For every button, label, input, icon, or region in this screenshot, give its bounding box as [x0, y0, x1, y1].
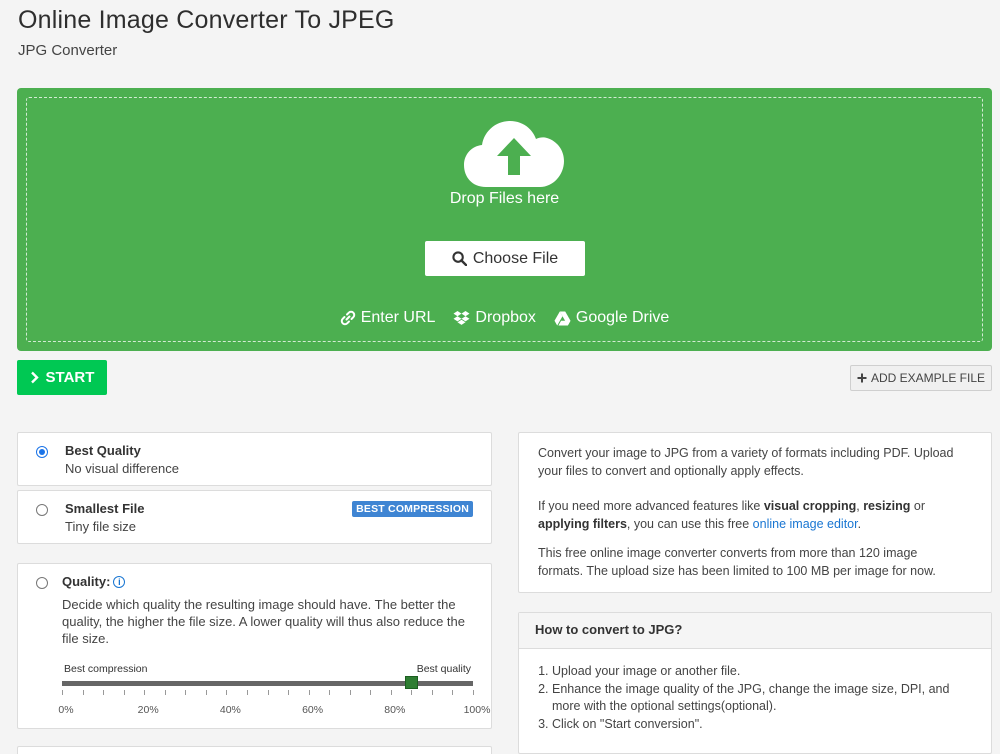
slider-tick [452, 690, 454, 695]
link-icon [340, 310, 355, 326]
slider-tick [103, 690, 105, 695]
slider-tick [473, 690, 474, 695]
slider-tick-label: 100% [463, 704, 491, 716]
slider-tick-label: 80% [384, 704, 406, 716]
best-quality-option[interactable]: Best Quality No visual difference [17, 432, 492, 486]
howto-step: Upload your image or another file. [552, 663, 962, 681]
slider-tick [185, 690, 187, 695]
dropbox-icon [453, 311, 470, 325]
slider-tick [164, 690, 166, 695]
start-label: START [45, 369, 95, 386]
slider-tick [288, 690, 290, 695]
info-paragraph-3: This free online image converter convert… [538, 546, 936, 578]
info-paragraph-1: Convert your image to JPG from a variety… [538, 446, 954, 478]
file-dropzone[interactable]: Drop Files here Choose File Enter URL Dr… [17, 88, 992, 351]
slider-tick [370, 690, 372, 695]
add-example-file-button[interactable]: ADD EXAMPLE FILE [850, 365, 992, 391]
plus-icon [857, 373, 867, 383]
best-quality-title: Best Quality [65, 443, 141, 458]
slider-tick [267, 690, 269, 695]
start-button[interactable]: START [17, 360, 107, 395]
page-title: Online Image Converter To JPEG [18, 6, 395, 34]
dropbox-label: Dropbox [475, 309, 536, 326]
google-drive-icon [554, 311, 571, 325]
slider-tick [82, 690, 84, 695]
search-icon [452, 251, 467, 266]
slider-tick-label: 0% [58, 704, 74, 716]
howto-steps: Upload your image or another file. Enhan… [552, 663, 962, 733]
best-quality-desc: No visual difference [65, 461, 179, 476]
info-paragraph-2: If you need more advanced features like … [538, 498, 958, 533]
info-bold-resizing: resizing [863, 499, 911, 513]
slider-tick [246, 690, 248, 695]
best-compression-badge: BEST COMPRESSION [352, 501, 473, 517]
howto-step: Enhance the image quality of the JPG, ch… [552, 681, 962, 716]
howto-title: How to convert to JPG? [519, 613, 991, 649]
slider-tick [144, 690, 146, 695]
howto-step: Click on "Start conversion". [552, 716, 962, 734]
smallest-file-radio[interactable] [36, 504, 48, 516]
info-text: . [857, 516, 862, 531]
quality-title: Quality: i [62, 574, 126, 589]
slider-tick [123, 690, 125, 695]
smallest-file-title: Smallest File [65, 501, 145, 516]
drop-files-text: Drop Files here [449, 190, 560, 207]
slider-tick-label: 40% [219, 704, 241, 716]
dropzone-border: Drop Files here Choose File Enter URL Dr… [26, 97, 983, 342]
dropbox-link[interactable]: Dropbox [453, 309, 536, 327]
slider-tick [431, 690, 433, 695]
cloud-upload-icon [464, 121, 564, 187]
smallest-file-option[interactable]: Smallest File Tiny file size BEST COMPRE… [17, 490, 492, 544]
slider-tick [62, 690, 63, 695]
quality-description: Decide which quality the resulting image… [62, 597, 465, 646]
more-options-card [17, 746, 492, 754]
enter-url-link[interactable]: Enter URL [340, 309, 436, 327]
upload-sources: Enter URL Dropbox Google Drive [27, 309, 982, 327]
slider-max-label: Best quality [416, 663, 471, 675]
best-quality-radio[interactable] [36, 446, 48, 458]
quality-radio[interactable] [36, 577, 48, 589]
slider-tick-label: 60% [302, 704, 324, 716]
chevron-right-icon [30, 371, 39, 384]
info-bold-filters: applying filters [538, 516, 627, 531]
quality-slider-thumb[interactable] [405, 676, 419, 689]
slider-tick [226, 690, 228, 695]
info-text: If you need more advanced features like [538, 499, 764, 513]
info-bold-cropping: visual cropping [763, 499, 857, 513]
page-subtitle: JPG Converter [18, 42, 118, 59]
info-icon[interactable]: i [113, 576, 126, 588]
choose-file-button[interactable]: Choose File [425, 241, 585, 276]
quality-option[interactable]: Quality: i Decide which quality the resul… [17, 563, 492, 729]
smallest-file-desc: Tiny file size [65, 519, 137, 534]
info-card: Convert your image to JPG from a variety… [518, 432, 992, 593]
enter-url-label: Enter URL [360, 309, 436, 326]
google-drive-link[interactable]: Google Drive [554, 309, 669, 327]
slider-min-label: Best compression [64, 663, 148, 675]
google-drive-label: Google Drive [575, 309, 670, 326]
slider-tick [308, 690, 310, 695]
info-text: , you can use this free [626, 516, 753, 531]
add-example-file-label: ADD EXAMPLE FILE [870, 371, 986, 385]
slider-tick [390, 690, 392, 695]
choose-file-label: Choose File [472, 249, 559, 267]
info-text: or [910, 499, 926, 513]
slider-tick [205, 690, 207, 695]
quality-title-label: Quality: [62, 574, 111, 589]
howto-card: How to convert to JPG? Upload your image… [518, 612, 992, 754]
slider-tick [349, 690, 351, 695]
online-image-editor-link[interactable]: online image editor [753, 517, 858, 531]
slider-tick-label: 20% [137, 704, 159, 716]
slider-tick [329, 690, 331, 695]
slider-tick [411, 690, 413, 695]
